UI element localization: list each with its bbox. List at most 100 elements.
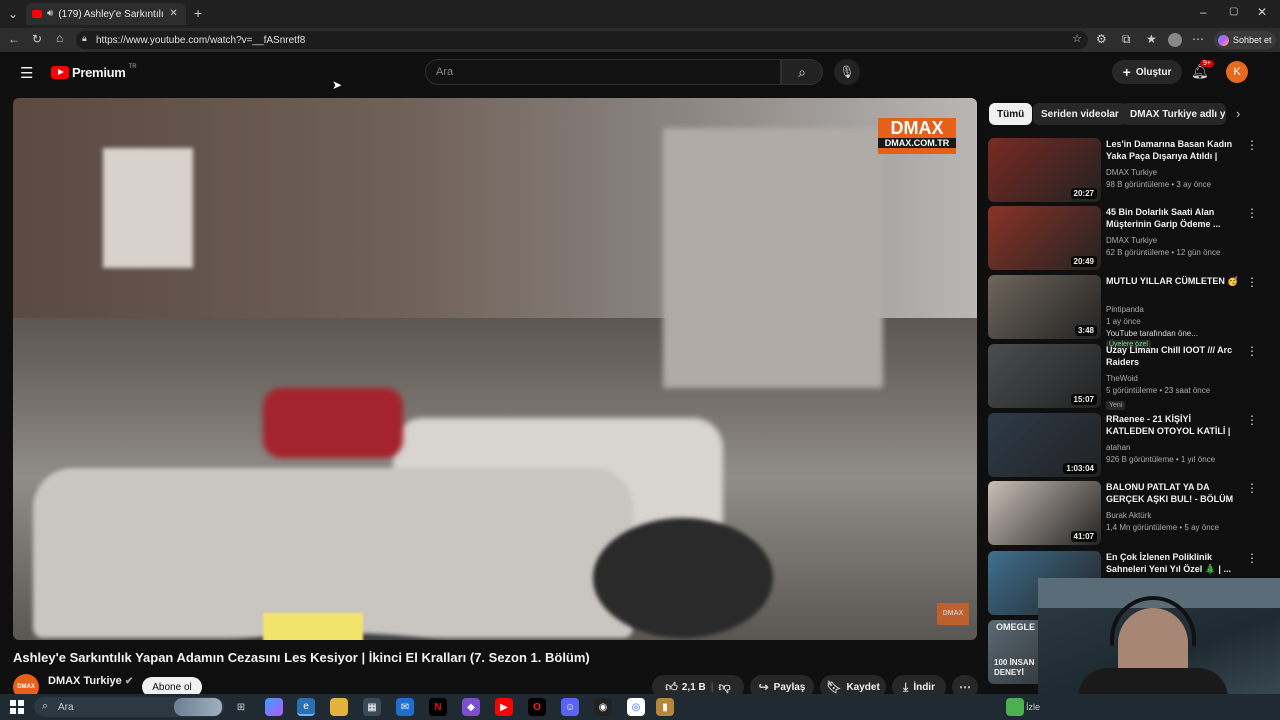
copilot-chat-button[interactable]: Sohbet et bbox=[1214, 31, 1276, 49]
profile-icon[interactable] bbox=[1168, 33, 1182, 47]
search-placeholder: Ara bbox=[436, 66, 454, 78]
video-player[interactable]: DMAX bbox=[13, 98, 977, 640]
copilot-taskbar-icon[interactable] bbox=[265, 698, 283, 716]
new-tab-icon[interactable]: + bbox=[194, 6, 202, 20]
recommendation-title[interactable]: 45 Bin Dolarlık Saati Alan Müşterinin Ga… bbox=[1106, 206, 1240, 230]
menu-icon[interactable]: ☰ bbox=[20, 64, 33, 82]
chevron-right-icon[interactable]: › bbox=[1236, 107, 1240, 120]
browser-tab[interactable]: 🔊︎ (179) Ashley'e Sarkıntılık Yapa... ✕ bbox=[26, 3, 186, 25]
edge-taskbar-icon[interactable]: e bbox=[297, 698, 315, 716]
dmax-watermark: DMAX DMAX.COM.TR bbox=[878, 118, 956, 154]
start-icon[interactable] bbox=[10, 700, 24, 714]
home-icon[interactable]: ⌂ bbox=[56, 32, 63, 44]
back-icon[interactable]: ← bbox=[8, 33, 20, 45]
active-app-icon[interactable]: ▮ bbox=[656, 698, 674, 716]
recommendation-title[interactable]: BALONU PATLAT YA DA GERÇEK AŞKI BUL! - B… bbox=[1106, 481, 1240, 505]
recommendation-item[interactable]: 20:49 45 Bin Dolarlık Saati Alan Müşterin… bbox=[988, 206, 1258, 270]
file-explorer-icon[interactable] bbox=[330, 698, 348, 716]
recommendation-title[interactable]: Uzay Limanı Chill IOOT /// Arc Raiders bbox=[1106, 344, 1240, 368]
video-thumbnail[interactable]: 3:48 bbox=[988, 275, 1101, 339]
search-button[interactable]: ⌕ bbox=[781, 59, 823, 85]
minimize-icon[interactable]: – bbox=[1200, 6, 1207, 18]
tab-list-icon[interactable]: ⌄ bbox=[8, 8, 18, 20]
obs-icon[interactable]: ◉ bbox=[594, 698, 612, 716]
mail-icon[interactable]: ✉ bbox=[396, 698, 414, 716]
more-vertical-icon[interactable]: ⋮ bbox=[1246, 138, 1258, 152]
recommendation-channel[interactable]: Burak Aktürk bbox=[1106, 511, 1151, 520]
more-vertical-icon[interactable]: ⋮ bbox=[1246, 481, 1258, 495]
chip-channel[interactable]: DMAX Turkiye adlı yü bbox=[1122, 103, 1226, 125]
recommendation-extra: YouTube tarafından öne... bbox=[1106, 329, 1198, 338]
recommendation-item[interactable]: 20:27 Les'in Damarına Basan Kadın Yaka Pa… bbox=[988, 138, 1258, 202]
tray-app-icon[interactable] bbox=[1006, 698, 1024, 716]
taskbar-search[interactable]: ⌕ Ara bbox=[34, 697, 224, 717]
video-thumbnail[interactable]: 20:49 bbox=[988, 206, 1101, 270]
refresh-icon[interactable]: ↻ bbox=[32, 33, 42, 45]
thumbs-down-icon[interactable]: 👎︎ bbox=[719, 681, 731, 693]
speaker-icon[interactable]: 🔊︎ bbox=[47, 9, 53, 19]
recommendation-item[interactable]: 41:07 BALONU PATLAT YA DA GERÇEK AŞKI BUL… bbox=[988, 481, 1258, 545]
chrome-icon[interactable]: ◎ bbox=[627, 698, 645, 716]
more-vertical-icon[interactable]: ⋮ bbox=[1246, 206, 1258, 220]
recommendation-title[interactable]: En Çok İzlenen Poliklinik Sahneleri Yeni… bbox=[1106, 551, 1240, 575]
more-vertical-icon[interactable]: ⋮ bbox=[1246, 413, 1258, 427]
extensions-icon[interactable]: ⚙ bbox=[1096, 33, 1107, 45]
recommendation-item[interactable]: 3:48 MUTLU YILLAR CÜMLETEN 🥳 Pintipanda 1 a… bbox=[988, 275, 1258, 349]
recommendation-channel[interactable]: atahan bbox=[1106, 443, 1130, 452]
site-info-icon[interactable]: 🔒︎ bbox=[82, 34, 87, 43]
favorites-icon[interactable]: ★ bbox=[1146, 33, 1157, 45]
thumbs-up-icon: 👍︎ bbox=[665, 680, 678, 694]
recommendation-item[interactable]: 15:07 Uzay Limanı Chill IOOT /// Arc Raid… bbox=[988, 344, 1258, 410]
video-frame-red-chair bbox=[263, 388, 403, 458]
recommendation-channel[interactable]: TheWoid bbox=[1106, 374, 1138, 383]
chip-series[interactable]: Seriden videolar bbox=[1033, 103, 1127, 125]
recommendation-channel[interactable]: Pintipanda bbox=[1106, 305, 1144, 314]
netflix-icon[interactable]: N bbox=[429, 698, 447, 716]
recommendation-item[interactable]: 1:03:04 RRaenee - 21 KİŞİYİ KATLEDEN OTOY… bbox=[988, 413, 1258, 477]
app-icon[interactable]: ◆ bbox=[462, 698, 480, 716]
bookmark-icon: 🔖︎ bbox=[826, 680, 842, 694]
recommendation-channel[interactable]: DMAX Turkiye bbox=[1106, 236, 1157, 245]
notifications-button[interactable]: 🔔︎ 9+ bbox=[1191, 60, 1214, 81]
more-vertical-icon[interactable]: ⋮ bbox=[1246, 275, 1258, 289]
task-view-icon[interactable]: ⊞ bbox=[232, 698, 250, 716]
youtube-logo[interactable]: Premium TR bbox=[51, 63, 137, 80]
store-icon[interactable]: ▦ bbox=[363, 698, 381, 716]
recommendation-title[interactable]: RRaenee - 21 KİŞİYİ KATLEDEN OTOYOL KATİ… bbox=[1106, 413, 1240, 437]
video-title: Ashley'e Sarkıntılık Yapan Adamın Cezası… bbox=[13, 650, 590, 665]
more-vertical-icon[interactable]: ⋮ bbox=[1246, 344, 1258, 358]
url-field[interactable]: 🔒︎ https://www.youtube.com/watch?v=__fAS… bbox=[76, 31, 1088, 49]
search-input[interactable]: Ara bbox=[425, 59, 781, 85]
recommendation-meta: 926 B görüntüleme • 1 yıl önce bbox=[1106, 455, 1216, 464]
video-thumbnail[interactable]: 20:27 bbox=[988, 138, 1101, 202]
discord-icon[interactable]: ☺ bbox=[561, 698, 579, 716]
channel-avatar-text: DMAX bbox=[17, 684, 35, 690]
chip-all[interactable]: Tümü bbox=[989, 103, 1033, 125]
close-tab-icon[interactable]: ✕ bbox=[169, 9, 177, 19]
recommendation-title[interactable]: Les'in Damarına Basan Kadın Yaka Paça Dı… bbox=[1106, 138, 1240, 162]
microphone-icon: 🎙︎ bbox=[839, 65, 855, 79]
country-code: TR bbox=[128, 63, 137, 70]
video-frame-side-table bbox=[593, 518, 773, 638]
youtube-favicon-icon bbox=[32, 10, 42, 18]
more-vertical-icon[interactable]: ⋮ bbox=[1246, 551, 1258, 565]
recommendation-channel[interactable]: DMAX Turkiye bbox=[1106, 168, 1157, 177]
split-screen-icon[interactable]: ⧉ bbox=[1122, 33, 1131, 45]
like-button[interactable]: 👍︎ 2,1 B bbox=[665, 681, 705, 693]
search-highlight-image bbox=[174, 698, 222, 716]
voice-search-button[interactable]: 🎙︎ bbox=[834, 59, 860, 85]
close-window-icon[interactable]: ✕ bbox=[1257, 6, 1267, 18]
more-icon[interactable]: ⋯ bbox=[1192, 33, 1204, 45]
subscribe-label: Abone ol bbox=[152, 681, 192, 693]
recommendation-title[interactable]: MUTLU YILLAR CÜMLETEN 🥳 bbox=[1106, 275, 1240, 287]
video-thumbnail[interactable]: 41:07 bbox=[988, 481, 1101, 545]
account-avatar[interactable]: K bbox=[1226, 61, 1248, 83]
youtube-taskbar-icon[interactable]: ▶ bbox=[495, 698, 513, 716]
video-thumbnail[interactable]: 1:03:04 bbox=[988, 413, 1101, 477]
create-button[interactable]: + Oluştur bbox=[1112, 60, 1182, 84]
video-thumbnail[interactable]: 15:07 bbox=[988, 344, 1101, 408]
maximize-icon[interactable]: ▢ bbox=[1229, 7, 1238, 17]
favorite-star-icon[interactable]: ☆ bbox=[1072, 34, 1082, 45]
channel-name[interactable]: DMAX Turkiye ✔ bbox=[48, 675, 133, 687]
opera-icon[interactable]: O bbox=[528, 698, 546, 716]
